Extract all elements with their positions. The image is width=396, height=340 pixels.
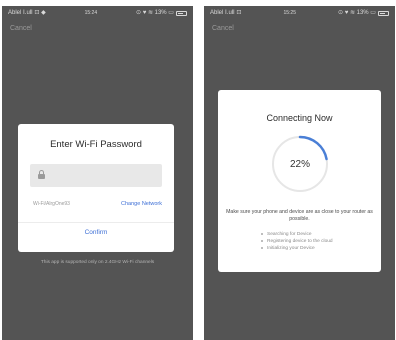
battery-icon — [377, 10, 389, 16]
phone-screen-connecting: Ablel Ⅰ.uⅡ ⊡ 15:25 ⊙ ♥ ≋ 13% ▭ Cancel Co… — [204, 6, 395, 340]
step-label: Searching for Device — [267, 232, 312, 237]
steps-list: Searching for Device Registering device … — [261, 231, 333, 252]
wifi-band-note: This app is supported only on 2.4GHz Wi-… — [40, 260, 155, 265]
status-right-indicators: ⊙ ♥ ≋ 13% ▭ — [136, 10, 174, 16]
battery-icon — [175, 10, 187, 16]
confirm-button[interactable]: Confirm — [18, 229, 174, 236]
instructions-text: Make sure your phone and device are as c… — [226, 209, 373, 222]
status-time: 15:24 — [84, 10, 98, 16]
wifi-ssid: Wi-Fi/AlrgOne93 — [33, 201, 70, 207]
status-left-indicators: Ablel Ⅰ.uⅡ ⊡ — [210, 10, 242, 16]
progress-percent: 22% — [289, 158, 310, 170]
password-field[interactable] — [30, 164, 162, 187]
cancel-button[interactable]: Cancel — [212, 25, 234, 32]
wifi-password-dialog: Enter Wi-Fi Password Wi-Fi/AlrgOne93 Cha… — [18, 124, 174, 252]
phone-screen-wifi-password: Ablel Ⅰ.uⅡ ⊡ ◆ 15:24 ⊙ ♥ ≋ 13% ▭ Cancel … — [2, 6, 193, 340]
status-bar: Ablel Ⅰ.uⅡ ⊡ ◆ 15:24 ⊙ ♥ ≋ 13% ▭ — [2, 6, 193, 20]
status-bar: Ablel Ⅰ.uⅡ ⊡ 15:25 ⊙ ♥ ≋ 13% ▭ — [204, 6, 395, 20]
connecting-dialog: Connecting Now 22% Make sure your phone … — [218, 90, 381, 272]
dialog-title: Enter Wi-Fi Password — [50, 139, 142, 150]
divider — [18, 222, 174, 223]
lock-icon — [38, 170, 45, 179]
status-time: 15:25 — [283, 10, 296, 16]
status-right-group: ⊙ ♥ ≋ 13% ▭ — [136, 10, 187, 16]
step-item: Initializing your Device — [261, 245, 333, 252]
step-label: Initializing your Device — [267, 246, 315, 251]
change-network-link[interactable]: Change Network — [121, 201, 162, 207]
status-right-indicators: ⊙ ♥ ≋ 13% ▭ — [338, 10, 376, 16]
status-right-group: ⊙ ♥ ≋ 13% ▭ — [338, 10, 389, 16]
step-item: Searching for Device — [261, 231, 333, 238]
step-item: Registering device to the cloud — [261, 238, 333, 245]
cancel-button[interactable]: Cancel — [10, 25, 32, 32]
step-label: Registering device to the cloud — [267, 239, 333, 244]
dialog-title: Connecting Now — [266, 113, 333, 123]
status-left-indicators: Ablel Ⅰ.uⅡ ⊡ ◆ — [8, 10, 46, 16]
